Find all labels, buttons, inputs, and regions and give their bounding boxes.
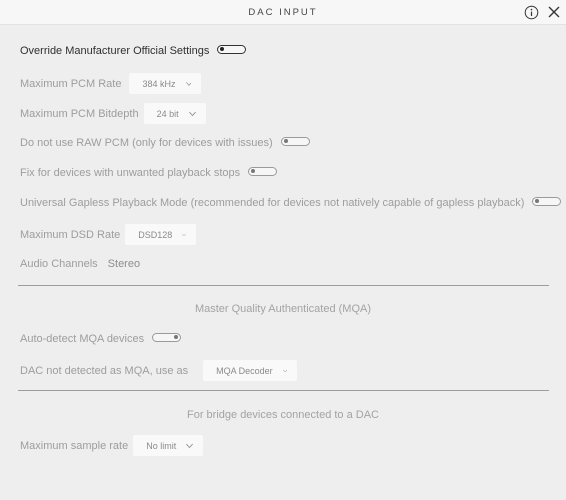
max-sample-rate-value: No limit [146,440,177,451]
divider [18,390,549,391]
override-row: Override Manufacturer Official Settings [20,44,247,57]
max-sample-rate-select[interactable]: No limit [133,435,204,456]
max-sample-rate-row: Maximum sample rate No limit [20,435,204,456]
chevron-down-icon [282,369,288,372]
max-pcm-bitdepth-select[interactable]: 24 bit [143,103,206,124]
fix-stops-row: Fix for devices with unwanted playback s… [20,166,278,179]
max-dsd-rate-label: Maximum DSD Rate [20,228,121,241]
no-raw-pcm-label: Do not use RAW PCM (only for devices wit… [20,137,273,149]
max-sample-rate-label: Maximum sample rate [20,439,129,452]
audio-channels-label: Audio Channels [20,258,98,270]
fix-stops-toggle[interactable] [248,166,278,176]
toggle-knob [535,198,540,203]
chevron-down-icon [188,111,196,116]
mqa-not-detected-label: DAC not detected as MQA, use as [20,364,189,377]
max-pcm-rate-value: 384 kHz [142,78,176,89]
max-pcm-rate-select[interactable]: 384 kHz [129,73,202,94]
toggle-knob [283,138,288,143]
max-dsd-rate-value: DSD128 [138,229,173,240]
max-pcm-rate-row: Maximum PCM Rate 384 kHz [20,73,202,94]
chevron-down-icon [182,233,187,236]
max-pcm-bitdepth-row: Maximum PCM Bitdepth 24 bit [20,103,206,124]
audio-channels-row: Audio Channels Stereo [20,258,140,270]
chevron-down-icon [186,443,194,448]
mqa-section-title: Master Quality Authenticated (MQA) [194,303,372,315]
max-pcm-rate-label: Maximum PCM Rate [20,77,122,90]
close-icon[interactable] [547,5,561,19]
gapless-label: Universal Gapless Playback Mode (recomme… [20,197,525,209]
no-raw-pcm-row: Do not use RAW PCM (only for devices wit… [20,136,310,149]
max-pcm-bitdepth-value: 24 bit [156,108,179,119]
dialog-title: DAC INPUT [248,7,318,18]
bridge-section-title: For bridge devices connected to a DAC [187,409,379,421]
max-dsd-rate-row: Maximum DSD Rate DSD128 [20,224,197,245]
divider [18,285,549,286]
toggle-knob [220,46,225,51]
audio-channels-value: Stereo [107,258,141,270]
mqa-autodetect-toggle[interactable] [152,332,182,342]
fix-stops-label: Fix for devices with unwanted playback s… [20,167,241,179]
override-label: Override Manufacturer Official Settings [20,45,210,57]
gapless-row: Universal Gapless Playback Mode (recomme… [20,196,562,209]
mqa-not-detected-value: MQA Decoder [216,365,273,376]
mqa-autodetect-row: Auto-detect MQA devices [20,332,182,345]
info-icon[interactable] [524,5,539,20]
max-pcm-bitdepth-label: Maximum PCM Bitdepth [20,107,139,120]
mqa-not-detected-row: DAC not detected as MQA, use as MQA Deco… [20,360,298,381]
mqa-not-detected-select[interactable]: MQA Decoder [203,360,298,381]
no-raw-pcm-toggle[interactable] [280,136,310,146]
dac-input-dialog: DAC INPUT Override Manufacturer Official… [0,0,566,500]
chevron-down-icon [185,81,192,86]
max-dsd-rate-select[interactable]: DSD128 [125,224,197,245]
toggle-knob [251,168,256,173]
gapless-toggle[interactable] [532,196,562,206]
override-toggle[interactable] [217,44,247,54]
title-bar: DAC INPUT [0,0,566,25]
mqa-autodetect-label: Auto-detect MQA devices [20,333,145,345]
toggle-knob [174,334,179,339]
